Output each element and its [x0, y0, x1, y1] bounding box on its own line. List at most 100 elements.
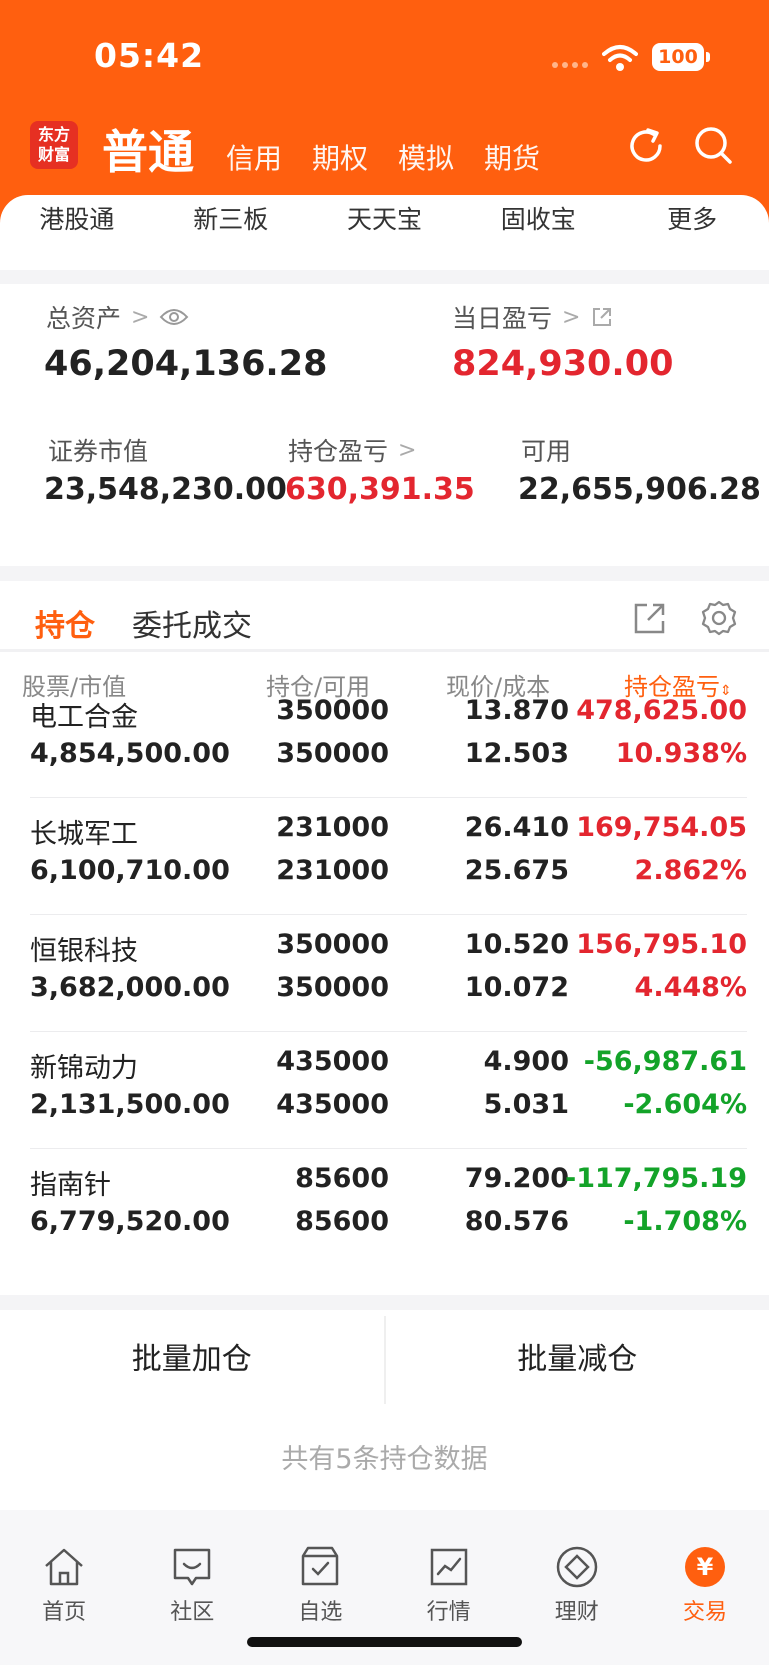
- available-qty: 231000: [276, 855, 389, 886]
- stock-name: 恒银科技: [30, 936, 138, 967]
- profit-loss-pct: 2.862%: [634, 855, 747, 886]
- profit-loss-pct: -1.708%: [623, 1206, 747, 1237]
- subnav-neeq[interactable]: 新三板: [154, 200, 308, 236]
- total-assets-value: 46,204,136.28: [44, 344, 328, 384]
- assets-summary: 总资产 > 46,204,136.28 当日盈亏 > 824,930.00 证券…: [0, 284, 769, 566]
- holding-pl-value: 630,391.35: [285, 472, 475, 507]
- battery-indicator: 100: [652, 43, 710, 71]
- divider: [0, 649, 769, 652]
- holding-qty: 85600: [295, 1163, 389, 1194]
- tab-holdings[interactable]: 持仓: [35, 601, 95, 645]
- refresh-icon[interactable]: [624, 124, 668, 168]
- chevron-right-icon: >: [131, 304, 150, 330]
- market-value: 6,100,710.00: [30, 855, 230, 886]
- market-value: 3,682,000.00: [30, 972, 230, 1003]
- cost-price: 25.675: [464, 855, 569, 886]
- available-qty: 350000: [276, 738, 389, 769]
- app-logo: 东方 财富: [30, 121, 78, 169]
- holding-qty: 435000: [276, 1046, 389, 1077]
- home-indicator: [247, 1637, 522, 1647]
- wealth-icon: [556, 1546, 598, 1588]
- profit-loss: -117,795.19: [564, 1163, 747, 1194]
- holding-qty: 231000: [276, 812, 389, 843]
- current-price: 26.410: [464, 812, 569, 843]
- subnav-more[interactable]: 更多: [615, 200, 769, 236]
- current-price: 10.520: [464, 929, 569, 960]
- subnav-hk-connect[interactable]: 港股通: [0, 200, 154, 236]
- table-row[interactable]: 指南针 6,779,520.00 85600 85600 79.200 80.576 -11…: [0, 1149, 769, 1266]
- stock-name: 长城军工: [30, 819, 138, 850]
- available-qty: 85600: [295, 1206, 389, 1237]
- nav-trade[interactable]: ¥ 交易: [641, 1510, 769, 1665]
- nav-home[interactable]: 首页: [0, 1510, 128, 1665]
- tab-credit[interactable]: 信用: [226, 137, 282, 177]
- share-icon[interactable]: [632, 600, 668, 636]
- daily-pl-label[interactable]: 当日盈亏 >: [452, 299, 614, 335]
- market-value: 23,548,230.00: [44, 472, 287, 507]
- home-icon: [45, 1548, 83, 1586]
- batch-add-button[interactable]: 批量加仓: [0, 1310, 384, 1410]
- table-row[interactable]: 新锦动力 2,131,500.00 435000 435000 4.900 5.031 -5…: [0, 1032, 769, 1149]
- tab-options[interactable]: 期权: [312, 137, 368, 177]
- tab-futures[interactable]: 期货: [484, 137, 540, 177]
- available-label: 可用: [521, 437, 572, 466]
- cellular-signal-icon: [552, 62, 588, 68]
- sub-navigation: 港股通 新三板 天天宝 固收宝 更多: [0, 200, 769, 236]
- available-value: 22,655,906.28: [518, 472, 761, 507]
- cost-price: 5.031: [483, 1089, 569, 1120]
- stock-name: 新锦动力: [30, 1053, 138, 1084]
- wifi-icon: [602, 45, 638, 71]
- eye-icon[interactable]: [159, 307, 189, 327]
- profit-loss-pct: 10.938%: [615, 738, 747, 769]
- batch-actions: 批量加仓 批量减仓: [0, 1310, 769, 1410]
- tab-orders[interactable]: 委托成交: [132, 601, 252, 645]
- nav-community[interactable]: 社区: [128, 1510, 256, 1665]
- market-value: 2,131,500.00: [30, 1089, 230, 1120]
- account-type-tabs: 普通 信用 期权 模拟 期货: [102, 116, 570, 182]
- table-row[interactable]: 长城军工 6,100,710.00 231000 231000 26.410 25.675…: [0, 798, 769, 915]
- market-value-label: 证券市值: [48, 437, 149, 466]
- holding-pl-label[interactable]: 持仓盈亏 >: [288, 432, 416, 468]
- chevron-right-icon: >: [398, 437, 417, 463]
- stock-name: 指南针: [30, 1170, 111, 1201]
- community-icon: [174, 1548, 211, 1586]
- stock-name: 电工合金: [30, 702, 138, 733]
- positions-panel: 持仓 委托成交 股票/市值 持仓/可用 现价/成本 持仓盈亏⇕ 电工合金 4,85…: [0, 581, 769, 1295]
- total-assets-label[interactable]: 总资产 >: [46, 299, 189, 335]
- svg-text:¥: ¥: [697, 1553, 714, 1581]
- holding-qty: 350000: [276, 695, 389, 726]
- settings-icon[interactable]: [700, 599, 738, 637]
- subnav-fixed-income[interactable]: 固收宝: [461, 200, 615, 236]
- available-qty: 350000: [276, 972, 389, 1003]
- current-price: 13.870: [464, 695, 569, 726]
- subnav-tiantianbao[interactable]: 天天宝: [308, 200, 462, 236]
- profit-loss: 478,625.00: [576, 695, 747, 726]
- positions-count-note: 共有5条持仓数据: [0, 1410, 769, 1510]
- cost-price: 12.503: [464, 738, 569, 769]
- available-qty: 435000: [276, 1089, 389, 1120]
- market-value: 6,779,520.00: [30, 1206, 230, 1237]
- profit-loss: 156,795.10: [576, 929, 747, 960]
- table-row[interactable]: 恒银科技 3,682,000.00 350000 350000 10.520 10.072…: [0, 915, 769, 1032]
- chevron-right-icon: >: [562, 304, 581, 330]
- tab-simulation[interactable]: 模拟: [398, 137, 454, 177]
- table-row[interactable]: 电工合金 4,854,500.00 350000 350000 13.870 12.503…: [0, 681, 769, 798]
- profit-loss-pct: 4.448%: [634, 972, 747, 1003]
- profit-loss: -56,987.61: [583, 1046, 747, 1077]
- daily-pl-value: 824,930.00: [452, 344, 674, 384]
- current-price: 79.200: [464, 1163, 569, 1194]
- trade-icon: ¥: [684, 1547, 725, 1587]
- batch-reduce-button[interactable]: 批量减仓: [386, 1310, 769, 1410]
- current-price: 4.900: [483, 1046, 569, 1077]
- watchlist-icon: [302, 1546, 339, 1586]
- tab-normal[interactable]: 普通: [102, 116, 194, 182]
- cost-price: 80.576: [464, 1206, 569, 1237]
- market-icon: [430, 1548, 467, 1586]
- cost-price: 10.072: [464, 972, 569, 1003]
- profit-loss-pct: -2.604%: [623, 1089, 747, 1120]
- profit-loss: 169,754.05: [576, 812, 747, 843]
- search-icon[interactable]: [692, 124, 736, 168]
- status-time: 05:42: [94, 36, 205, 75]
- nav-wealth[interactable]: 理财: [513, 1510, 641, 1665]
- external-link-icon[interactable]: [590, 305, 614, 329]
